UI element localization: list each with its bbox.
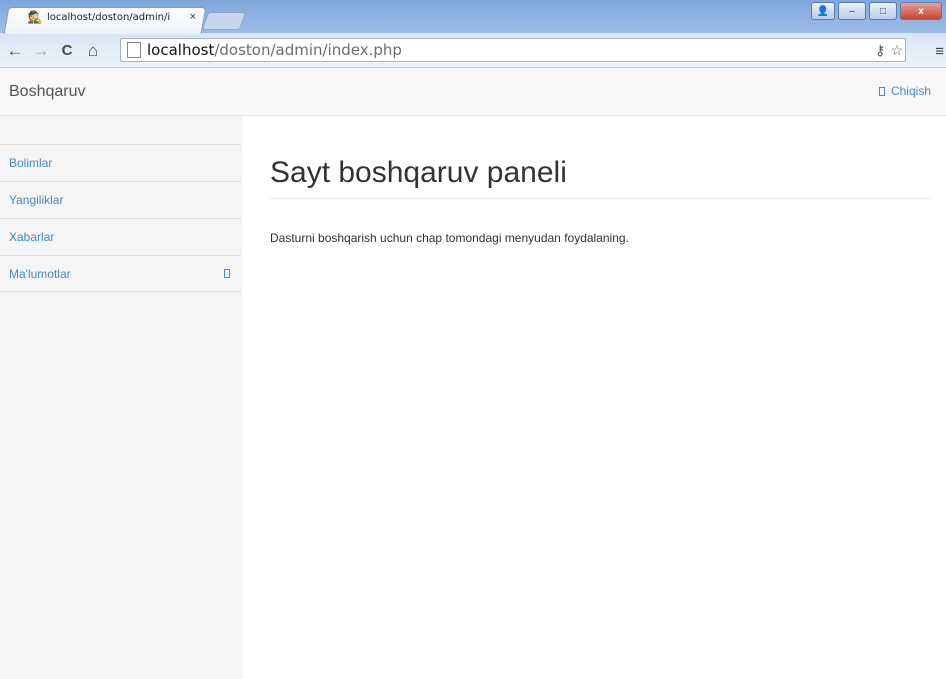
sidebar-item-bolimlar[interactable]: Bolimlar — [0, 144, 241, 181]
reload-icon[interactable]: C — [56, 40, 78, 62]
url-path: /doston/admin/index.php — [214, 41, 402, 59]
close-button[interactable]: x — [900, 2, 942, 20]
sidebar: Bolimlar Yangiliklar Xabarlar Ma'lumotla… — [0, 116, 242, 679]
logout-icon — [878, 86, 885, 96]
user-icon[interactable]: 👤 — [811, 2, 835, 20]
sidebar-item-malumotlar[interactable]: Ma'lumotlar — [0, 255, 241, 292]
maximize-button[interactable]: □ — [869, 2, 897, 20]
navbar-brand[interactable]: Boshqaruv — [9, 83, 86, 101]
top-navbar: Boshqaruv Chiqish — [0, 68, 946, 116]
page-icon — [127, 42, 141, 58]
sidebar-item-label: Xabarlar — [9, 230, 55, 244]
menu-icon[interactable]: ≡ — [935, 43, 944, 60]
title-bar: 🕵 localhost/doston/admin/i × 👤 – □ x — [0, 0, 946, 34]
back-icon[interactable]: ← — [4, 40, 26, 62]
incognito-icon: 🕵 — [27, 10, 43, 24]
sidebar-item-label: Ma'lumotlar — [9, 266, 71, 281]
address-bar[interactable]: localhost/doston/admin/index.php ⚷ ☆ — [120, 38, 906, 62]
home-icon[interactable]: ⌂ — [82, 40, 104, 62]
new-tab-button[interactable] — [201, 12, 247, 30]
sidebar-item-xabarlar[interactable]: Xabarlar — [0, 218, 241, 255]
forward-icon[interactable]: → — [30, 40, 52, 62]
url-text[interactable]: localhost/doston/admin/index.php — [147, 41, 402, 59]
browser-chrome: 🕵 localhost/doston/admin/i × 👤 – □ x ← →… — [0, 0, 946, 68]
title-divider — [270, 198, 931, 199]
minimize-button[interactable]: – — [838, 2, 866, 20]
star-icon[interactable]: ☆ — [890, 42, 903, 59]
logout-label: Chiqish — [890, 84, 931, 98]
browser-tab-content[interactable]: 🕵 localhost/doston/admin/i × — [10, 8, 196, 26]
logout-link[interactable]: Chiqish — [878, 84, 931, 98]
browser-toolbar: ← → C ⌂ localhost/doston/admin/index.php… — [0, 33, 946, 68]
window-controls: 👤 – □ x — [811, 2, 942, 20]
omnibox-actions: ⚷ ☆ — [875, 39, 903, 61]
key-icon[interactable]: ⚷ — [875, 42, 885, 59]
submenu-arrow-icon — [224, 269, 230, 278]
page-description: Dasturni boshqarish uchun chap tomondagi… — [270, 231, 629, 245]
sidebar-menu: Bolimlar Yangiliklar Xabarlar Ma'lumotla… — [0, 144, 241, 292]
sidebar-item-label: Bolimlar — [9, 156, 53, 170]
sidebar-item-yangiliklar[interactable]: Yangiliklar — [0, 181, 241, 218]
sidebar-item-label: Yangiliklar — [9, 193, 64, 207]
page-title: Sayt boshqaruv paneli — [270, 156, 567, 189]
url-host: localhost — [147, 41, 215, 59]
tab-title: localhost/doston/admin/i — [47, 11, 171, 23]
tab-close-icon[interactable]: × — [190, 11, 196, 23]
